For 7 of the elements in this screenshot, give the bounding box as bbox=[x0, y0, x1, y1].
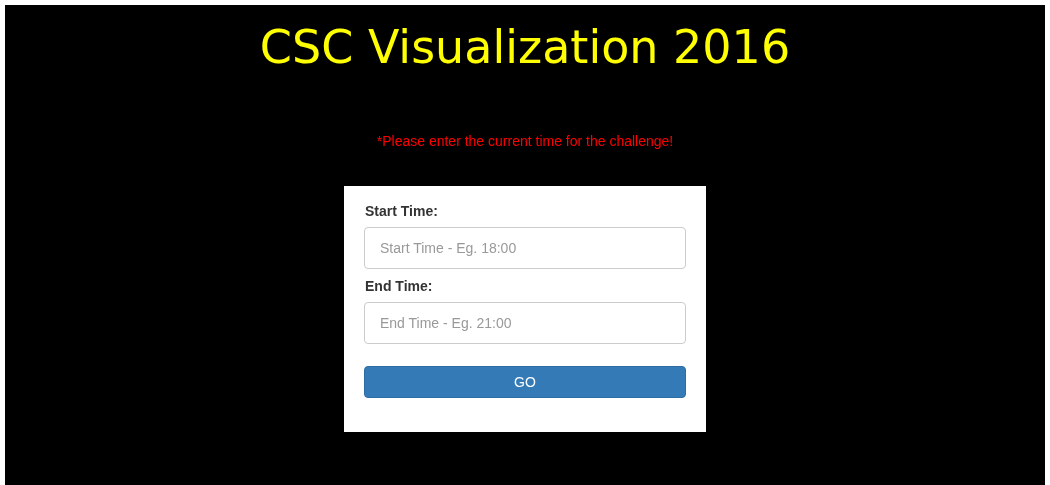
input-field[interactable]: End Time - Eg. 21:00 bbox=[364, 302, 686, 344]
field-label: Start Time: bbox=[365, 202, 439, 220]
go-button[interactable]: GO bbox=[364, 366, 686, 398]
input-field[interactable]: Start Time - Eg. 18:00 bbox=[364, 227, 686, 269]
page-title: CSC Visualization 2016 bbox=[259, 19, 791, 75]
notice-text: *Please enter the current time for the challenge! bbox=[376, 132, 674, 150]
field-label: End Time: bbox=[365, 277, 434, 295]
